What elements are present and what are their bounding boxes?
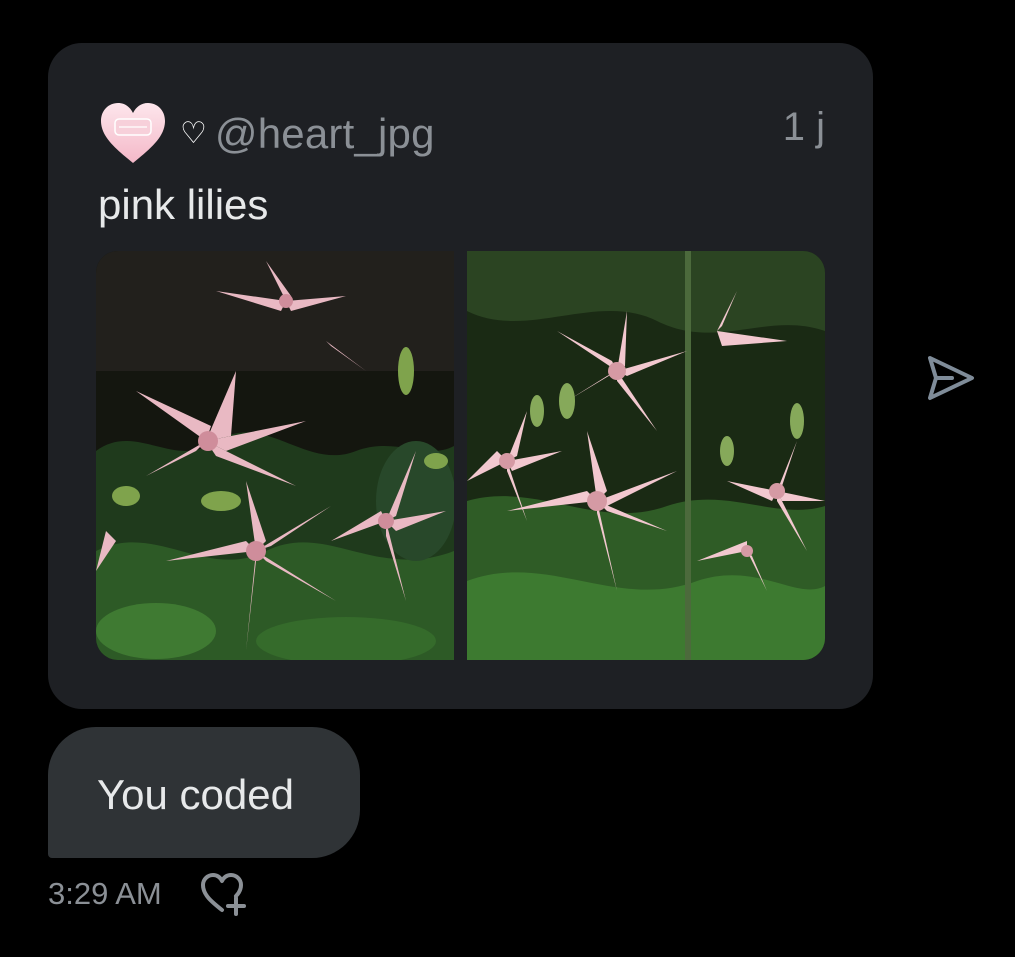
quote-media-grid <box>96 251 825 660</box>
dm-conversation: ♡ @heart_jpg 1 j pink lilies You coded 3… <box>0 0 1015 957</box>
quoted-tweet-card[interactable]: ♡ @heart_jpg 1 j pink lilies <box>48 43 873 709</box>
send-icon[interactable] <box>922 350 978 406</box>
heart-avatar-icon[interactable] <box>98 99 168 169</box>
message-timestamp: 3:29 AM <box>48 876 162 911</box>
add-reaction-icon[interactable] <box>198 870 250 916</box>
quote-timestamp: 1 j <box>782 105 825 149</box>
message-bubble[interactable]: You coded <box>48 727 360 858</box>
quote-header: ♡ @heart_jpg <box>98 99 435 169</box>
lily-photo-right[interactable] <box>467 251 825 660</box>
lily-photo-left[interactable] <box>96 251 454 660</box>
heart-outline-icon: ♡ <box>180 117 207 150</box>
message-text: You coded <box>97 771 294 818</box>
quote-text: pink lilies <box>98 181 269 228</box>
quote-author-handle[interactable]: @heart_jpg <box>215 110 435 158</box>
